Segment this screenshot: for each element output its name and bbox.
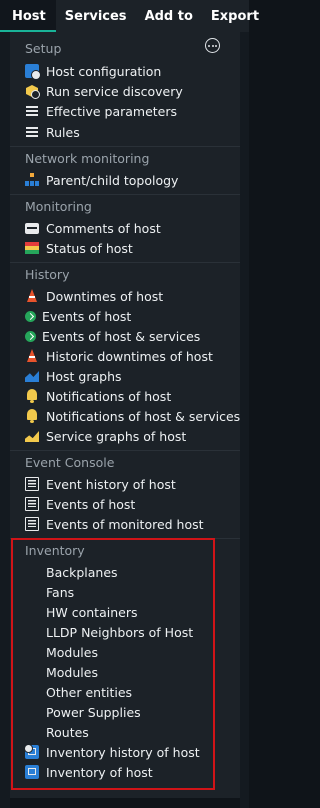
parameters-icon — [25, 104, 39, 118]
background-page-left — [0, 32, 10, 808]
menu-item-events-of-host[interactable]: Events of host — [25, 307, 131, 325]
menu-item-label: Events of host & services — [42, 328, 201, 344]
menu-item-label: Service graphs of host — [46, 428, 187, 444]
downtime-cone-icon — [25, 289, 39, 303]
menu-item-downtimes-of-host[interactable]: Downtimes of host — [25, 287, 163, 305]
menu-item-label: Comments of host — [46, 220, 161, 236]
section-heading-monitoring: Monitoring — [25, 199, 92, 214]
menu-item-label: Host graphs — [46, 368, 122, 384]
menu-item-label: Historic downtimes of host — [46, 348, 213, 364]
events-icon — [25, 330, 36, 342]
events-icon — [25, 310, 36, 322]
section-divider — [10, 146, 240, 147]
host-config-icon — [25, 64, 41, 80]
section-heading-event-console: Event Console — [25, 455, 115, 470]
tab-services[interactable]: Services — [56, 0, 136, 32]
service-graph-icon — [25, 429, 39, 443]
menu-item-label: Notifications of host & services — [46, 408, 241, 424]
event-console-icon — [25, 517, 39, 531]
more-options-icon[interactable] — [205, 38, 220, 53]
menu-item-host-graphs[interactable]: Host graphs — [25, 367, 122, 385]
menu-item-label: Effective parameters — [46, 103, 178, 119]
menu-item-events-of-monitored-host[interactable]: Events of monitored host — [25, 515, 204, 533]
menu-item-label: Notifications of host — [46, 388, 172, 404]
background-page-right — [240, 32, 249, 808]
status-icon — [25, 241, 39, 255]
service-discovery-icon — [25, 84, 40, 99]
menu-item-comments-of-host[interactable]: Comments of host — [25, 219, 161, 237]
tab-export[interactable]: Export — [202, 0, 268, 32]
menu-item-parent-child-topology[interactable]: Parent/child topology — [25, 171, 178, 189]
section-divider — [10, 262, 240, 263]
inventory-highlight-box — [11, 538, 215, 790]
menu-item-label: Parent/child topology — [46, 172, 179, 188]
menu-item-ec-events-of-host[interactable]: Events of host — [25, 495, 135, 513]
event-console-icon — [25, 497, 39, 511]
section-heading-network-monitoring: Network monitoring — [25, 151, 150, 166]
section-heading-setup: Setup — [25, 41, 62, 56]
tab-host[interactable]: Host — [0, 0, 56, 32]
downtime-cone-icon — [25, 349, 39, 363]
tab-add-to[interactable]: Add to — [136, 0, 202, 32]
menu-item-host-configuration[interactable]: Host configuration — [25, 62, 161, 80]
bell-icon — [25, 409, 39, 423]
menu-item-rules[interactable]: Rules — [25, 123, 80, 141]
topology-icon — [25, 173, 39, 187]
menu-item-events-of-host-and-services[interactable]: Events of host & services — [25, 327, 200, 345]
comment-icon — [25, 223, 39, 234]
section-divider — [10, 450, 240, 451]
section-divider — [10, 194, 240, 195]
menu-item-label: Host configuration — [46, 63, 162, 79]
menu-item-effective-parameters[interactable]: Effective parameters — [25, 102, 177, 120]
event-console-icon — [25, 477, 39, 491]
menu-item-notifications-of-host[interactable]: Notifications of host — [25, 387, 171, 405]
menu-item-label: Events of monitored host — [46, 516, 204, 532]
bell-icon — [25, 389, 39, 403]
rules-icon — [25, 125, 39, 139]
menu-item-label: Run service discovery — [46, 83, 183, 99]
menu-item-label: Rules — [46, 124, 80, 140]
host-menubar: Host Services Add to Export — [0, 0, 259, 32]
menu-item-label: Status of host — [46, 240, 133, 256]
menu-item-historic-downtimes-of-host[interactable]: Historic downtimes of host — [25, 347, 213, 365]
menu-item-label: Events of host — [42, 308, 132, 324]
menu-item-status-of-host[interactable]: Status of host — [25, 239, 133, 257]
menu-item-label: Downtimes of host — [46, 288, 164, 304]
menu-item-notifications-of-host-and-services[interactable]: Notifications of host & services — [25, 407, 240, 425]
section-heading-history: History — [25, 267, 70, 282]
graph-icon — [25, 369, 39, 383]
menu-item-run-service-discovery[interactable]: Run service discovery — [25, 82, 183, 100]
menu-item-service-graphs-of-host[interactable]: Service graphs of host — [25, 427, 186, 445]
menu-item-event-history-of-host[interactable]: Event history of host — [25, 475, 176, 493]
menu-item-label: Events of host — [46, 496, 136, 512]
menu-item-label: Event history of host — [46, 476, 176, 492]
